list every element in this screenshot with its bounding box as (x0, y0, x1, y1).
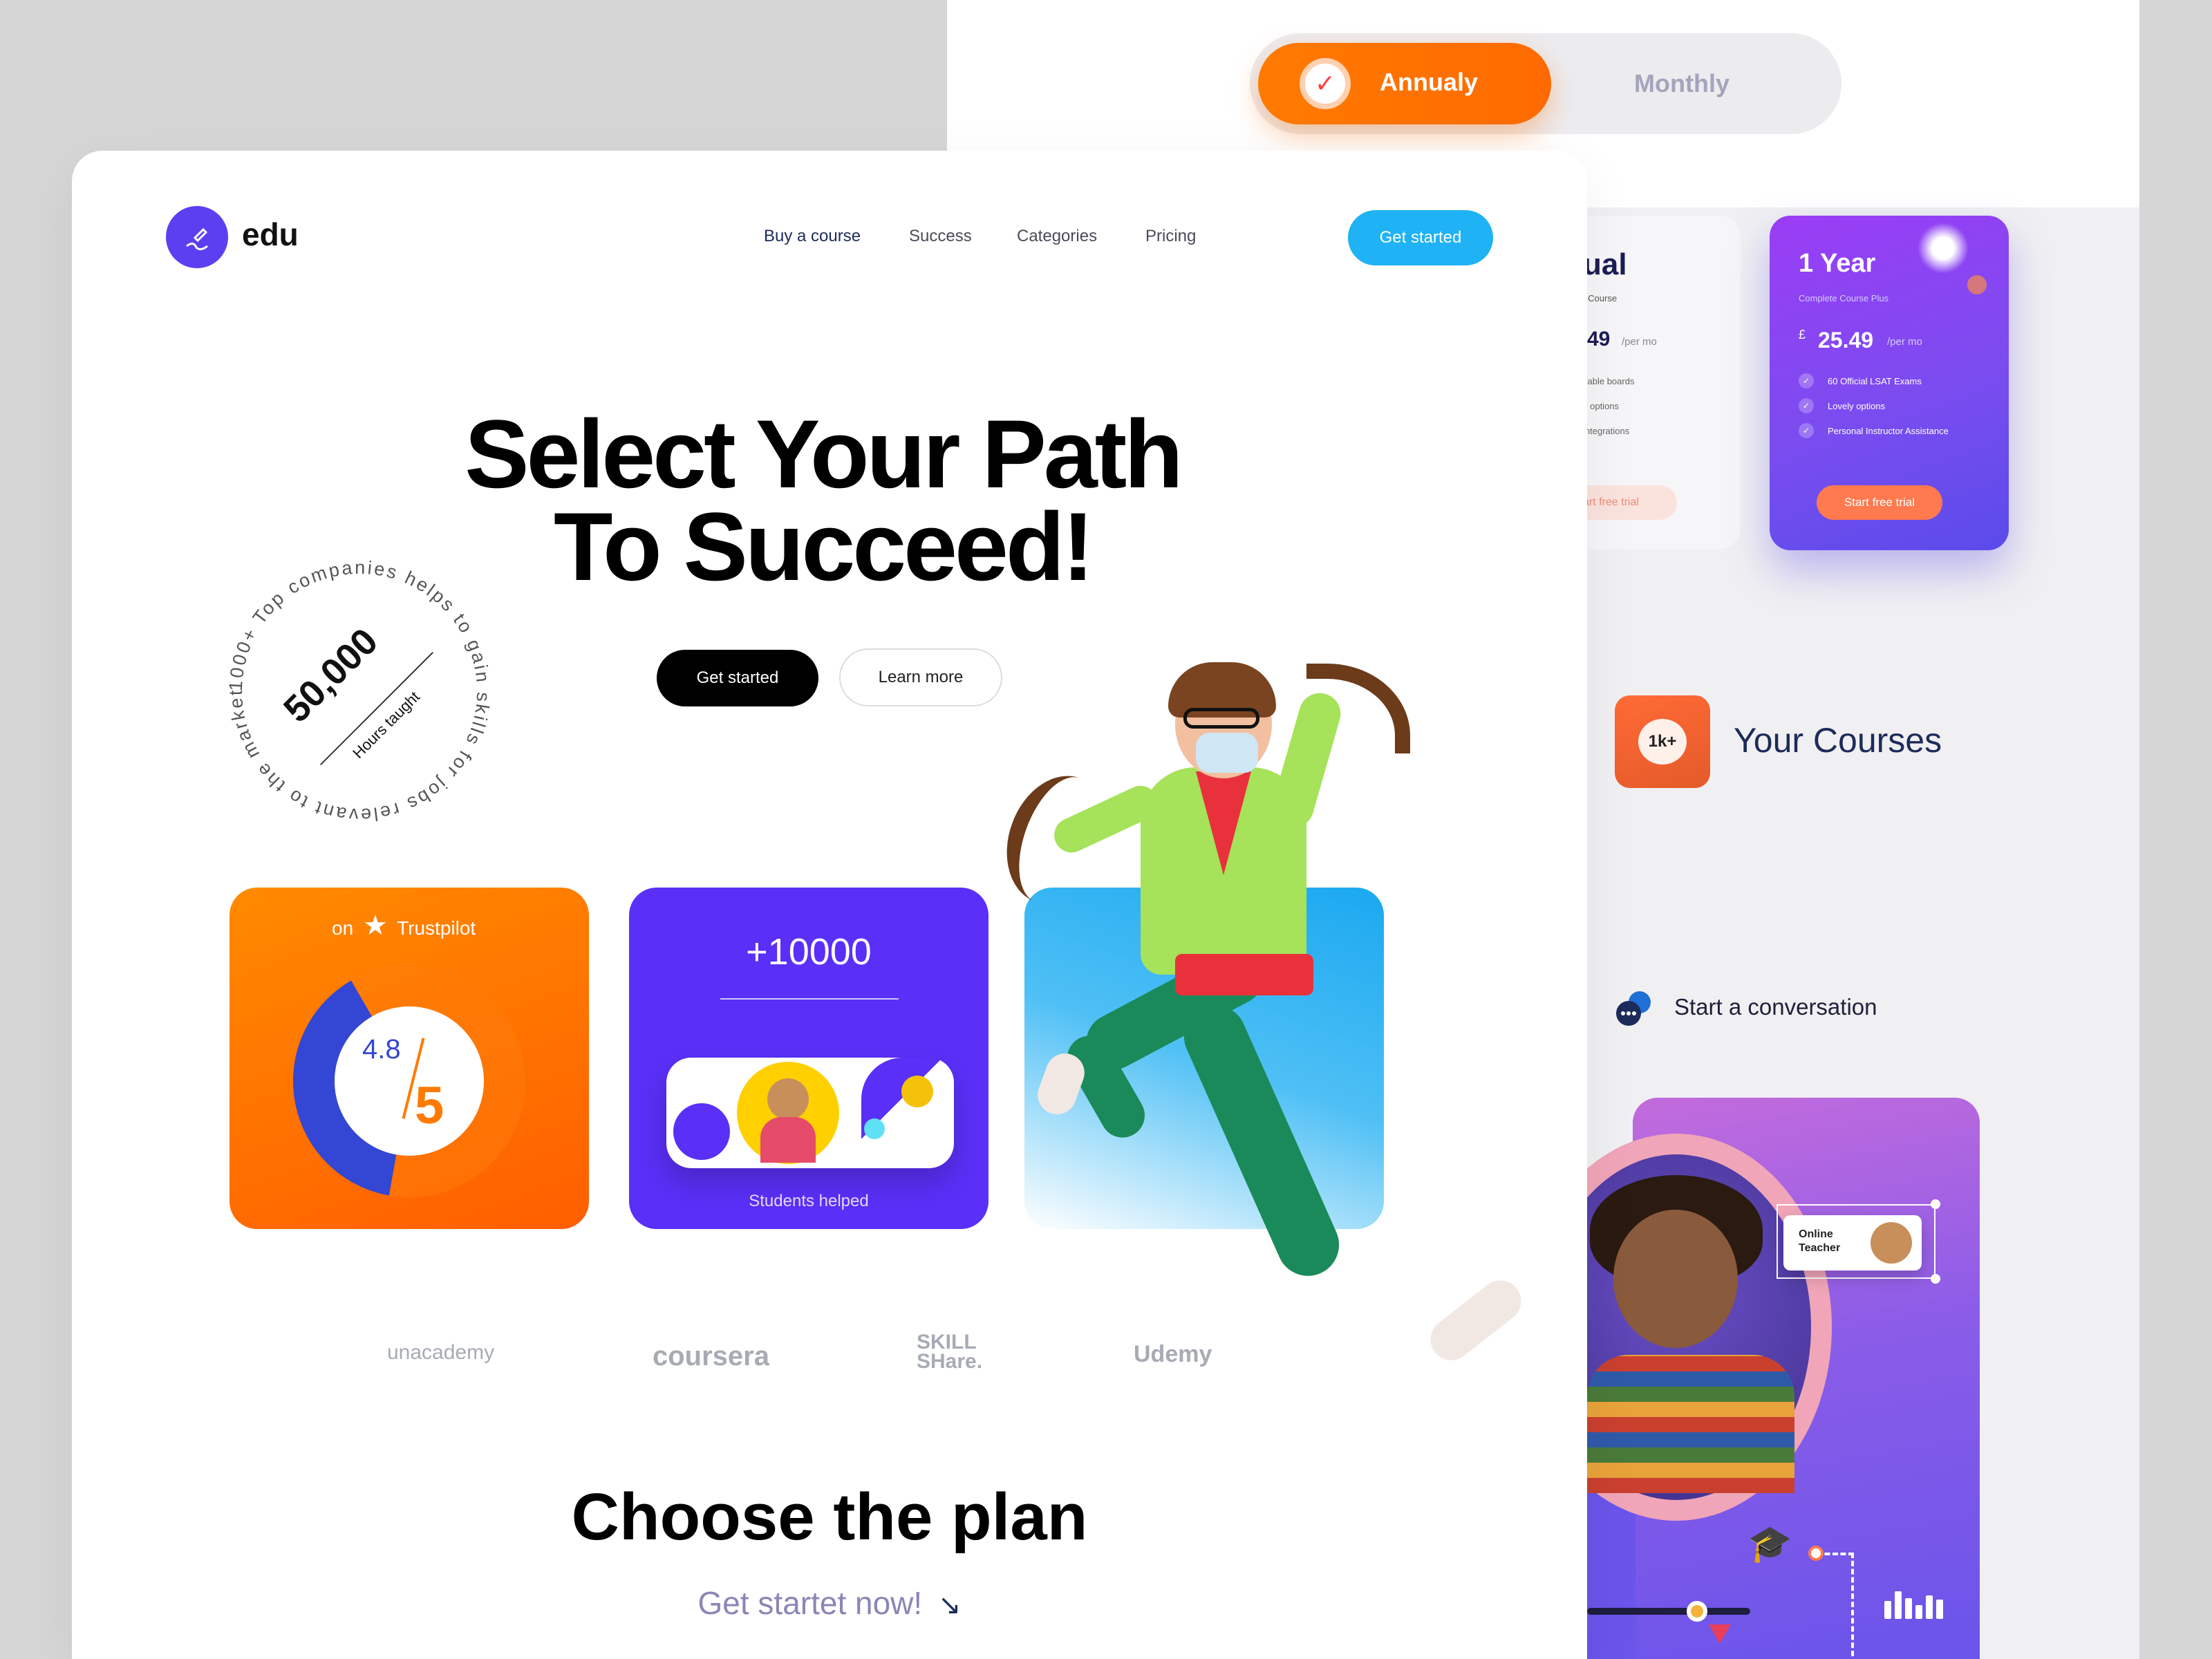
trust-prefix: on (332, 917, 354, 939)
pricing-card-subtitle: Complete Course Plus (1799, 293, 1889, 303)
graduation-cap-icon: 🎓 (1747, 1524, 1792, 1564)
pricing-feature: Personal Instructor Assistance (1828, 426, 1949, 436)
slider-knob[interactable] (1687, 1601, 1707, 1622)
dashed-connector (1817, 1553, 1854, 1656)
student-avatar-face (767, 1078, 809, 1120)
learn-more-button[interactable]: Learn more (839, 648, 1002, 706)
students-label: Students helped (749, 1192, 869, 1210)
arrow-down-right-icon: ↘ (937, 1590, 962, 1620)
students-divider (720, 998, 899, 1000)
decorative-dot (901, 1076, 933, 1107)
logo-text[interactable]: edu (242, 216, 299, 253)
rating-center (335, 1006, 484, 1156)
check-icon: ✓ (1799, 423, 1814, 438)
decorative-glow (1918, 223, 1969, 274)
toggle-monthly-option[interactable]: Monthly (1634, 69, 1730, 98)
decorative-dot (1967, 275, 1987, 294)
pricing-card-period: /per mo (1887, 336, 1922, 348)
rating-max: 5 (415, 1076, 444, 1135)
start-trial-button[interactable]: Start free trial (1817, 485, 1942, 520)
hero-photo-mask (1196, 733, 1258, 773)
pricing-feature: integrations (1583, 426, 1630, 436)
partner-logo-udemy: Udemy (1134, 1341, 1212, 1367)
nav-success[interactable]: Success (909, 227, 972, 246)
pen-icon (186, 227, 208, 251)
pricing-card-currency: £ (1799, 328, 1806, 341)
students-count: +10000 (746, 931, 872, 973)
decorative-dot (673, 1103, 730, 1160)
chat-icon[interactable] (1612, 988, 1653, 1030)
nav-categories[interactable]: Categories (1017, 227, 1097, 246)
hero-photo-shirt-hem (1175, 954, 1313, 995)
teacher-photo-shirt (1587, 1355, 1794, 1493)
pricing-feature: 60 Official LSAT Exams (1828, 376, 1922, 386)
partner-logo-coursera: coursera (653, 1341, 769, 1371)
progress-slider[interactable] (1587, 1608, 1750, 1615)
plan-subtitle-link[interactable]: Get startet now! ↘ (72, 1584, 1587, 1622)
selection-handle[interactable] (1931, 1199, 1940, 1209)
trust-brand: Trustpilot (397, 917, 476, 939)
pricing-feature: Lovely options (1828, 401, 1886, 411)
courses-title[interactable]: Your Courses (1734, 720, 1942, 760)
trustpilot-label: on ★ Trustpilot (332, 910, 476, 941)
decorative-dot (864, 1118, 885, 1139)
nav-buy-a-course[interactable]: Buy a course (764, 227, 861, 246)
partner-logo-unacademy: unacademy (387, 1341, 495, 1364)
hours-seal: 1000+ Top companies helps to gain skills… (221, 553, 494, 825)
avatar (1871, 1222, 1912, 1264)
student-avatar-body (760, 1117, 816, 1163)
rating-score: 4.8 (362, 1034, 401, 1065)
star-icon: ★ (362, 910, 388, 941)
seal-ring-text: 1000+ Top companies helps to gain skills… (221, 553, 491, 825)
start-conversation-link[interactable]: Start a conversation (1674, 994, 1877, 1020)
panel-fold (861, 1058, 954, 1168)
plan-title: Choose the plan (571, 1480, 1088, 1554)
check-icon: ✓ (1799, 398, 1814, 413)
selection-handle[interactable] (1931, 1274, 1940, 1284)
teacher-photo-face (1613, 1210, 1738, 1348)
online-teacher-label: Online Teacher (1799, 1228, 1841, 1254)
svg-text:1000+ Top companies helps to g: 1000+ Top companies helps to gain skills… (221, 553, 494, 825)
logo-icon[interactable] (166, 206, 228, 268)
pricing-card-period: /per mo (1622, 336, 1657, 348)
bar-chart-icon (1884, 1586, 1943, 1619)
pricing-card-price: 25.49 (1818, 328, 1874, 353)
pricing-card-price: 49 (1587, 328, 1611, 350)
connector-dot (1808, 1546, 1824, 1561)
pricing-feature: y options (1583, 401, 1620, 411)
hero-photo-glasses (1183, 708, 1259, 729)
nav-pricing[interactable]: Pricing (1145, 227, 1196, 246)
check-icon: ✓ (1300, 58, 1351, 109)
courses-count: 1k+ (1638, 719, 1687, 765)
play-icon[interactable] (1709, 1624, 1731, 1644)
plan-subtitle: Get startet now! (697, 1585, 923, 1621)
pricing-card-title: ual (1583, 247, 1627, 281)
pricing-card-title: 1 Year (1799, 249, 1876, 278)
nav-get-started-button[interactable]: Get started (1348, 210, 1493, 265)
partner-logo-skillshare: SKILL SHare. (917, 1331, 983, 1373)
hero-get-started-button[interactable]: Get started (657, 650, 818, 706)
pricing-feature: itable boards (1583, 376, 1635, 386)
check-icon: ✓ (1799, 373, 1814, 388)
toggle-annual-label: Annualy (1380, 68, 1479, 96)
